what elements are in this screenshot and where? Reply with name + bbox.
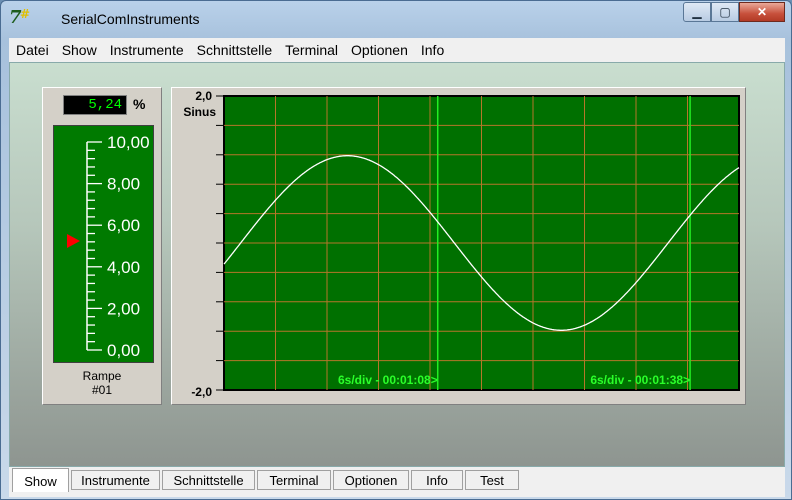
scale-label: 0,00 bbox=[107, 341, 140, 360]
menu-bar: Datei Show Instrumente Schnittstelle Ter… bbox=[9, 38, 785, 63]
app-7-icon[interactable]: 7 # bbox=[9, 7, 30, 28]
value-readout: 5,24 bbox=[63, 95, 127, 115]
menu-info[interactable]: Info bbox=[414, 42, 450, 58]
maximize-icon[interactable]: ▢ bbox=[711, 2, 739, 22]
menu-show[interactable]: Show bbox=[55, 42, 103, 58]
line-chart: 2,0 Sinus -2,0 6s/div - 00:01:08> 6s/div - 0… bbox=[183, 89, 740, 399]
tab-bar: Show Instrumente Schnittstelle Terminal … bbox=[9, 467, 785, 497]
tab-instrumente[interactable]: Instrumente bbox=[71, 470, 160, 490]
unit-label: % bbox=[133, 96, 146, 112]
tab-terminal[interactable]: Terminal bbox=[257, 470, 331, 490]
scale-label: 4,00 bbox=[107, 258, 140, 277]
app-window: 7 # SerialComInstruments ▁ ▢ ✕ Datei Show… bbox=[0, 0, 792, 500]
instrument-number: #01 bbox=[91, 383, 113, 397]
instrument-name: Rampe bbox=[82, 369, 122, 383]
scale-label: 10,00 bbox=[107, 133, 150, 152]
tab-show[interactable]: Show bbox=[12, 468, 69, 492]
window-controls: ▁ ▢ ✕ bbox=[683, 2, 785, 22]
chart-recorder[interactable]: 2,0 Sinus -2,0 6s/div - 00:01:08> 6s/div - 0… bbox=[171, 87, 746, 405]
marker-label-2: 6s/div - 00:01:38> bbox=[590, 373, 690, 387]
series-label: Sinus bbox=[183, 105, 216, 119]
menu-optionen[interactable]: Optionen bbox=[344, 42, 414, 58]
pointer-marker bbox=[67, 234, 80, 249]
tab-info[interactable]: Info bbox=[411, 470, 463, 490]
vertical-gauge: 10,00 8,00 6,00 4,00 2,00 0,00 bbox=[53, 125, 154, 363]
instrument-caption: Rampe #01 bbox=[43, 369, 161, 397]
title-bar[interactable]: 7 # SerialComInstruments ▁ ▢ ✕ bbox=[1, 1, 791, 35]
y-max-label: 2,0 bbox=[195, 89, 212, 103]
close-icon[interactable]: ✕ bbox=[739, 2, 785, 22]
marker-label-1: 6s/div - 00:01:08> bbox=[338, 373, 438, 387]
window-title: SerialComInstruments bbox=[61, 11, 200, 27]
scale-label: 2,00 bbox=[107, 299, 140, 318]
menu-datei[interactable]: Datei bbox=[9, 42, 55, 58]
menu-terminal[interactable]: Terminal bbox=[278, 42, 344, 58]
menu-schnittstelle[interactable]: Schnittstelle bbox=[190, 42, 278, 58]
gauge-scale: 10,00 8,00 6,00 4,00 2,00 0,00 bbox=[67, 133, 150, 360]
tab-optionen[interactable]: Optionen bbox=[333, 470, 409, 490]
minimize-icon[interactable]: ▁ bbox=[683, 2, 711, 22]
scale-label: 8,00 bbox=[107, 175, 140, 194]
tab-test[interactable]: Test bbox=[465, 470, 519, 490]
menu-instrumente[interactable]: Instrumente bbox=[103, 42, 190, 58]
tab-schnittstelle[interactable]: Schnittstelle bbox=[162, 470, 255, 490]
scale-label: 6,00 bbox=[107, 216, 140, 235]
instrument-rampe[interactable]: 5,24 % 10,00 8,00 6,00 4,00 2,00 0,00 Rampe #… bbox=[42, 87, 162, 405]
y-min-label: -2,0 bbox=[191, 385, 212, 399]
